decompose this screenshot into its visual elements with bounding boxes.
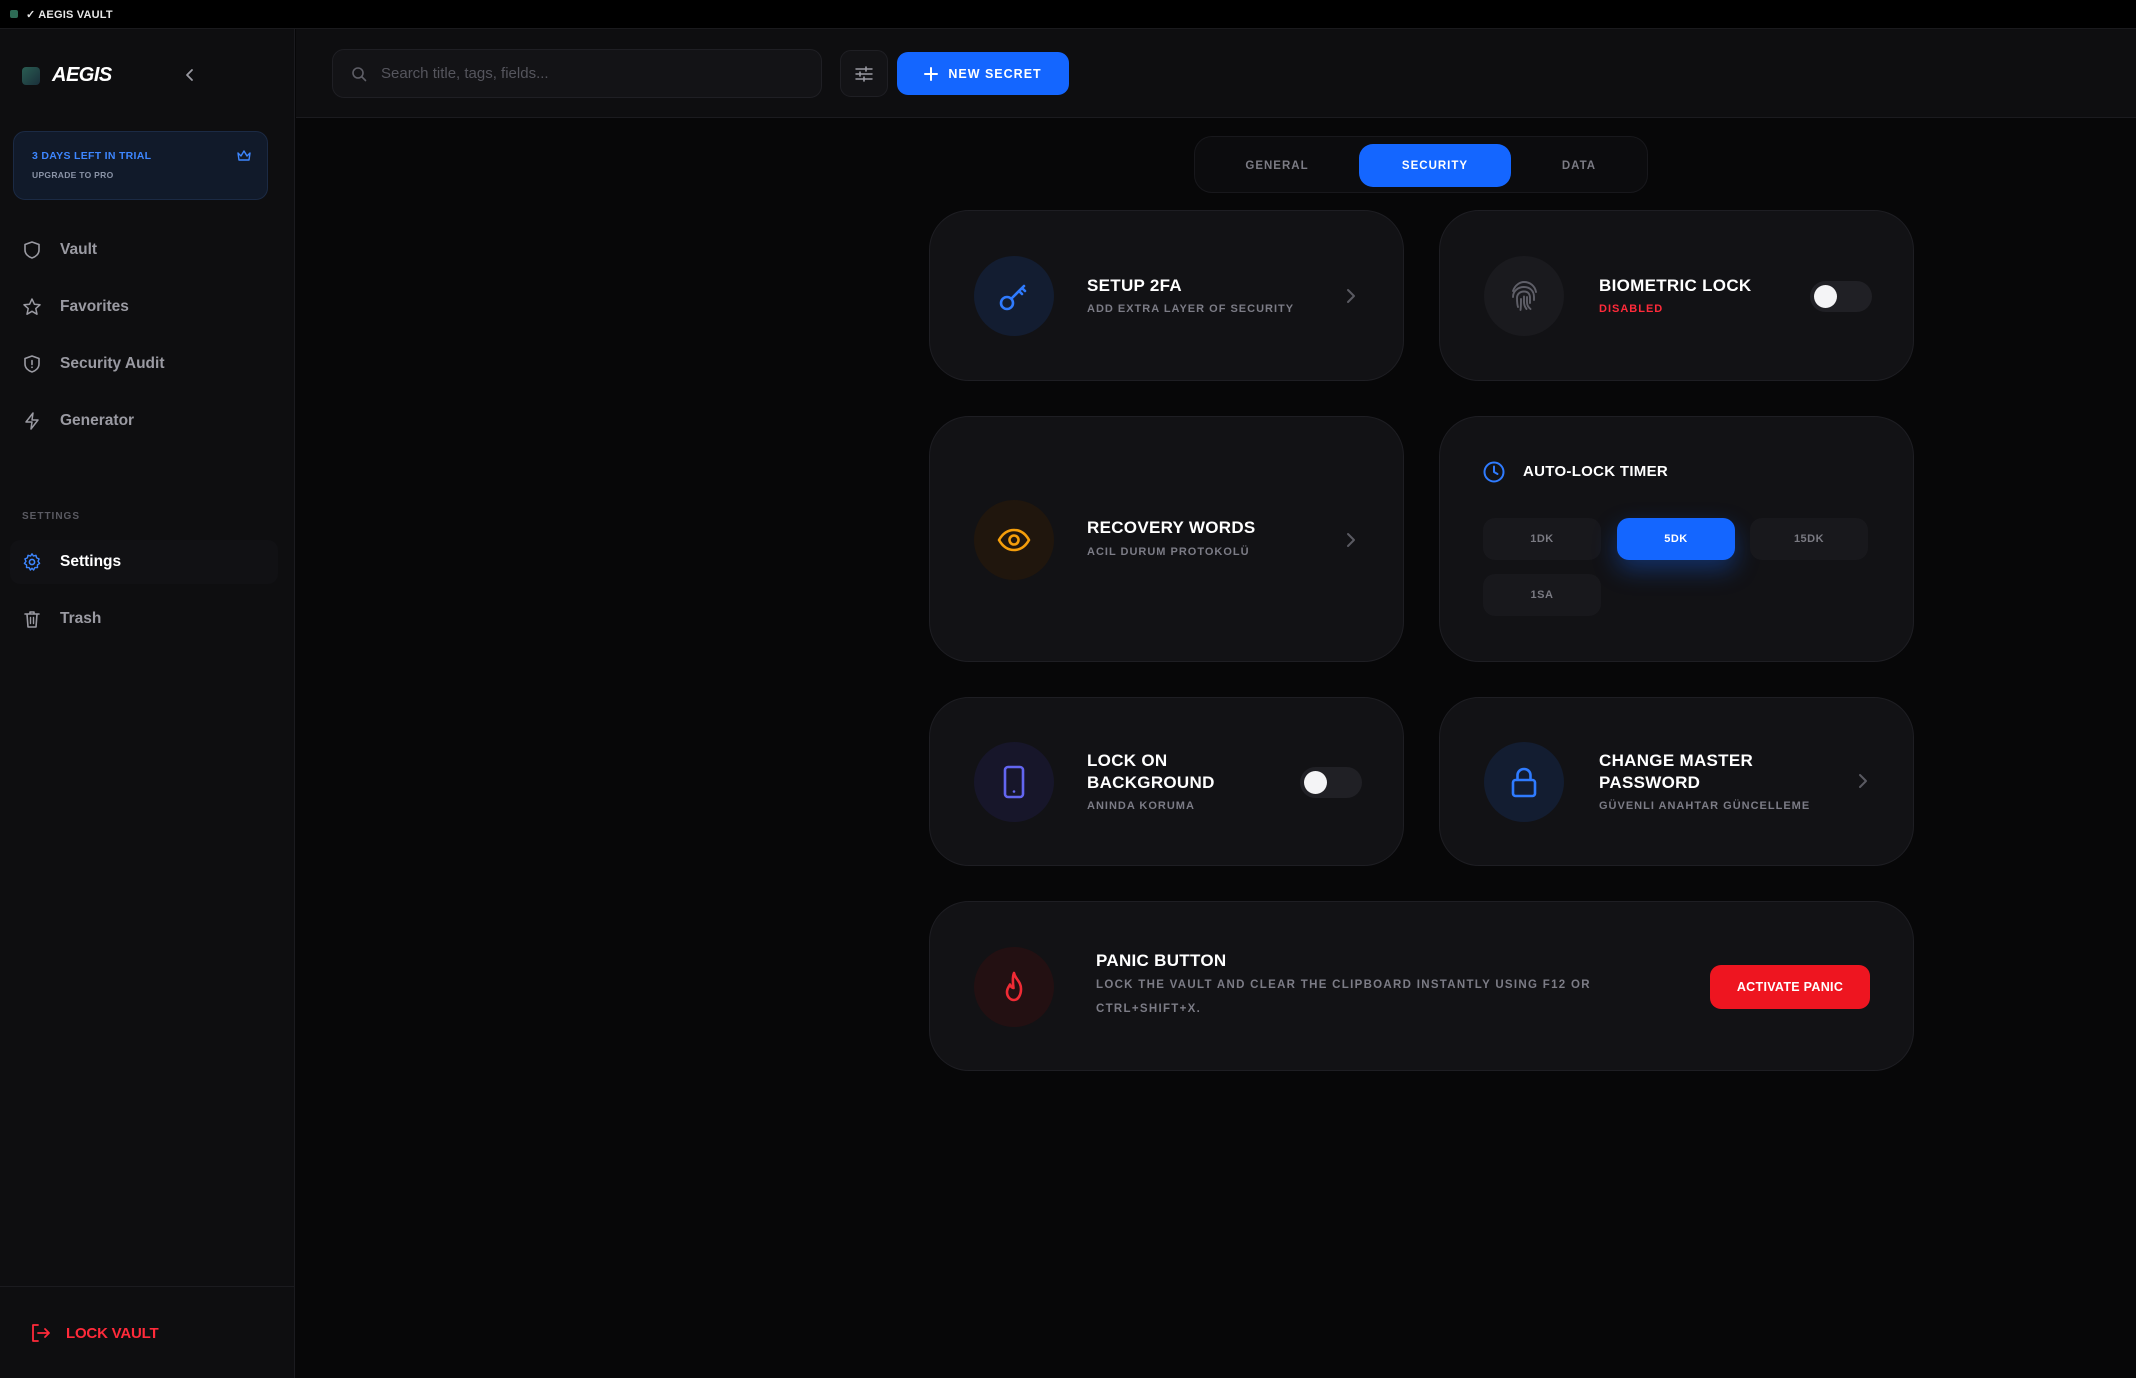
gear-icon xyxy=(23,553,41,571)
crown-icon xyxy=(237,150,251,161)
settings-tabs: GENERAL SECURITY DATA xyxy=(1194,136,1648,193)
star-icon xyxy=(23,298,41,315)
setup-2fa-icon-badge xyxy=(974,256,1054,336)
sidebar-item-generator[interactable]: Generator xyxy=(10,399,278,443)
change-master-password-title-line2: PASSWORD xyxy=(1599,773,1701,792)
chevron-right-icon xyxy=(1347,289,1355,303)
app-icon xyxy=(10,10,18,18)
settings-section-label: SETTINGS xyxy=(22,511,81,522)
sidebar-item-vault[interactable]: Vault xyxy=(10,228,278,272)
recovery-icon-badge xyxy=(974,500,1054,580)
sidebar-item-favorites[interactable]: Favorites xyxy=(10,285,278,329)
auto-lock-timer-title: AUTO-LOCK TIMER xyxy=(1523,463,1669,480)
shield-icon xyxy=(24,241,40,259)
panic-button-description-line1: LOCK THE VAULT AND CLEAR THE CLIPBOARD I… xyxy=(1096,979,1591,991)
sidebar-item-trash[interactable]: Trash xyxy=(10,597,278,641)
setup-2fa-card[interactable]: SETUP 2FA ADD EXTRA LAYER OF SECURITY xyxy=(929,210,1404,381)
change-master-password-title-line1: CHANGE MASTER xyxy=(1599,751,1754,770)
lock-on-background-card: LOCK ON BACKGROUND ANINDA KORUMA xyxy=(929,697,1404,866)
search-box[interactable] xyxy=(332,49,822,98)
change-master-password-card[interactable]: CHANGE MASTER PASSWORD GÜVENLI ANAHTAR G… xyxy=(1439,697,1914,866)
filter-button[interactable] xyxy=(840,50,888,97)
chevron-right-icon xyxy=(1859,774,1867,788)
change-master-password-subtitle: GÜVENLI ANAHTAR GÜNCELLEME xyxy=(1599,800,1811,812)
title-bar: ✓ AEGIS VAULT xyxy=(0,0,2136,29)
flame-icon xyxy=(1005,971,1023,1002)
biometric-lock-toggle[interactable] xyxy=(1810,281,1872,312)
plus-icon xyxy=(924,66,939,81)
clock-icon xyxy=(1483,461,1505,483)
sidebar-item-security-audit[interactable]: Security Audit xyxy=(10,342,278,386)
toggle-knob xyxy=(1814,285,1837,308)
collapse-sidebar-button[interactable] xyxy=(180,65,200,85)
key-icon xyxy=(999,284,1027,311)
auto-lock-timer-card: AUTO-LOCK TIMER 1DK 5DK 15DK 1SA xyxy=(1439,416,1914,662)
sidebar-item-settings[interactable]: Settings xyxy=(10,540,278,584)
sidebar-item-label: Generator xyxy=(60,412,135,429)
trial-banner[interactable]: 3 DAYS LEFT IN TRIAL UPGRADE TO PRO xyxy=(13,131,268,200)
sidebar-item-label: Trash xyxy=(60,610,102,627)
lock-background-icon-badge xyxy=(974,742,1054,822)
chevron-left-icon xyxy=(186,69,193,81)
search-icon xyxy=(352,66,367,81)
tablet-icon xyxy=(1003,765,1025,799)
top-bar: NEW SECRET xyxy=(296,29,2136,118)
recovery-words-title: RECOVERY WORDS xyxy=(1087,518,1256,537)
panic-button-title: PANIC BUTTON xyxy=(1096,951,1227,970)
sidebar-item-label: Settings xyxy=(60,553,122,570)
biometric-lock-status: DISABLED xyxy=(1599,303,1664,315)
biometric-lock-title: BIOMETRIC LOCK xyxy=(1599,276,1752,295)
chevron-right-icon xyxy=(1347,533,1355,547)
panic-button-card: PANIC BUTTON LOCK THE VAULT AND CLEAR TH… xyxy=(929,901,1914,1071)
brand-logo-icon xyxy=(22,66,40,85)
search-input[interactable] xyxy=(381,65,781,82)
activate-panic-button[interactable]: ACTIVATE PANIC xyxy=(1710,965,1870,1009)
lock-on-background-toggle[interactable] xyxy=(1300,767,1362,798)
biometric-icon-badge xyxy=(1484,256,1564,336)
setup-2fa-title: SETUP 2FA xyxy=(1087,276,1182,295)
tab-data[interactable]: DATA xyxy=(1517,144,1641,187)
logout-icon xyxy=(32,1324,50,1342)
lock-vault-button[interactable]: LOCK VAULT xyxy=(30,1323,159,1343)
lightning-icon xyxy=(25,412,39,430)
sidebar-item-label: Vault xyxy=(60,241,98,258)
window-title: ✓ AEGIS VAULT xyxy=(26,8,113,21)
panic-icon-badge xyxy=(974,947,1054,1027)
sidebar-footer: LOCK VAULT xyxy=(0,1286,295,1378)
biometric-lock-card: BIOMETRIC LOCK DISABLED xyxy=(1439,210,1914,381)
sliders-icon xyxy=(855,65,873,82)
timer-option-15dk[interactable]: 15DK xyxy=(1750,518,1868,560)
recovery-words-subtitle: ACIL DURUM PROTOKOLÜ xyxy=(1087,546,1250,558)
recovery-words-card[interactable]: RECOVERY WORDS ACIL DURUM PROTOKOLÜ xyxy=(929,416,1404,662)
sidebar-item-label: Favorites xyxy=(60,298,129,315)
lock-on-background-title-line1: LOCK ON xyxy=(1087,751,1168,770)
new-secret-button[interactable]: NEW SECRET xyxy=(897,52,1069,95)
eye-icon xyxy=(997,528,1031,552)
fingerprint-icon xyxy=(1512,281,1537,311)
trash-icon xyxy=(24,611,40,628)
toggle-knob xyxy=(1304,771,1327,794)
lock-icon xyxy=(1511,767,1537,798)
tab-general[interactable]: GENERAL xyxy=(1203,144,1351,187)
lock-on-background-title-line2: BACKGROUND xyxy=(1087,773,1215,792)
setup-2fa-subtitle: ADD EXTRA LAYER OF SECURITY xyxy=(1087,303,1295,315)
sidebar: AEGIS 3 DAYS LEFT IN TRIAL UPGRADE TO PR… xyxy=(0,29,295,1378)
sidebar-item-label: Security Audit xyxy=(60,355,165,372)
brand: AEGIS xyxy=(22,64,112,87)
timer-option-5dk[interactable]: 5DK xyxy=(1617,518,1735,560)
timer-option-1sa[interactable]: 1SA xyxy=(1483,574,1601,616)
trial-upgrade-link[interactable]: UPGRADE TO PRO xyxy=(32,170,114,180)
trial-title: 3 DAYS LEFT IN TRIAL xyxy=(32,150,152,162)
change-password-icon-badge xyxy=(1484,742,1564,822)
lock-on-background-subtitle: ANINDA KORUMA xyxy=(1087,800,1195,812)
brand-name: AEGIS xyxy=(52,64,112,86)
panic-button-description-line2: CTRL+SHIFT+X. xyxy=(1096,1003,1202,1015)
shield-alert-icon xyxy=(24,355,40,373)
timer-option-1dk[interactable]: 1DK xyxy=(1483,518,1601,560)
lock-vault-label: LOCK VAULT xyxy=(66,1324,159,1342)
new-secret-label: NEW SECRET xyxy=(948,66,1042,81)
tab-security[interactable]: SECURITY xyxy=(1359,144,1511,187)
